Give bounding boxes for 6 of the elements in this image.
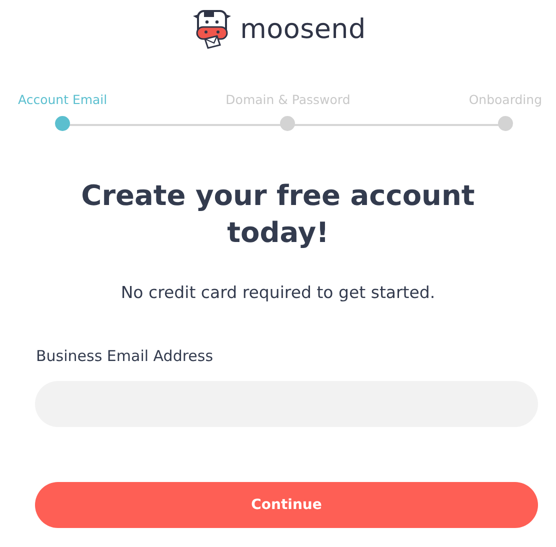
step-label: Account Email: [18, 92, 108, 107]
page-heading: Create your free account today!: [80, 178, 476, 251]
continue-button[interactable]: Continue: [35, 482, 538, 528]
subtitle: No credit card required to get started.: [120, 283, 436, 302]
field-label: Business Email Address: [36, 347, 214, 365]
logo-text: moosend: [240, 14, 366, 44]
